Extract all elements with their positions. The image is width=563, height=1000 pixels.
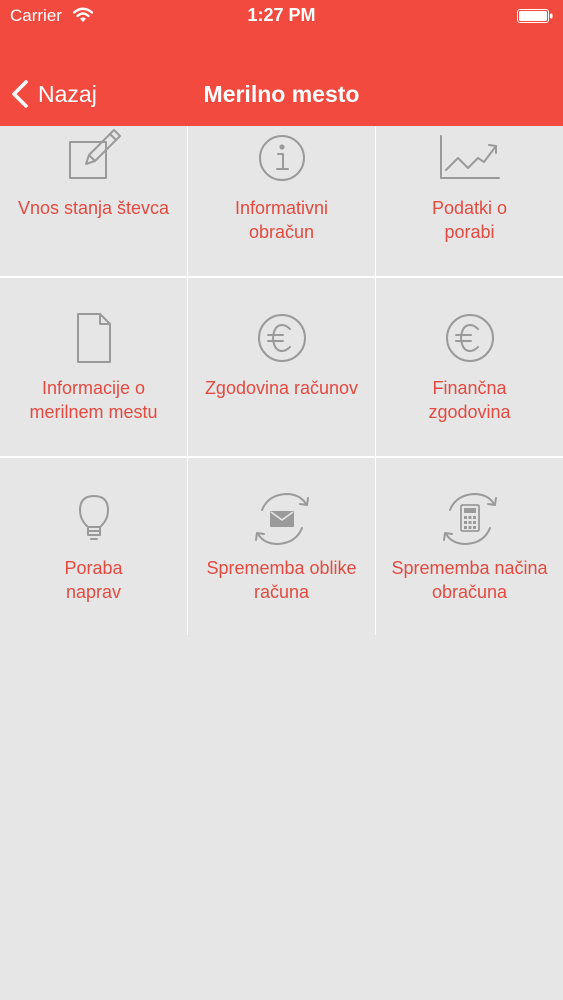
tile-appliance-consumption[interactable]: Poraba naprav: [0, 458, 187, 636]
tile-meter-reading-entry[interactable]: Vnos stanja števca: [0, 126, 187, 276]
tile-label: Sprememba načina obračuna: [391, 558, 548, 602]
document-icon: [76, 313, 111, 363]
tile-label: Vnos stanja števca: [17, 198, 170, 218]
tile-label: Sprememba oblike računa: [206, 558, 357, 602]
tile-label: Zgodovina računov: [204, 378, 359, 398]
tile-financial-history[interactable]: Finančna zgodovina: [376, 278, 563, 456]
tile-label: Podatki o porabi: [431, 198, 508, 242]
envelope-refresh-icon: [254, 493, 309, 545]
tile-consumption-data[interactable]: Podatki o porabi: [376, 126, 563, 276]
euro-icon: [257, 314, 306, 362]
tile-label: Poraba naprav: [64, 558, 123, 602]
menu-grid: Vnos stanja števca Informativni obračun …: [0, 126, 563, 636]
tile-label: Informativni obračun: [234, 198, 329, 242]
battery-icon: [517, 9, 553, 23]
chevron-left-icon: [12, 80, 28, 108]
tile-label: Finančna zgodovina: [428, 378, 511, 422]
tile-invoice-history[interactable]: Zgodovina računov: [188, 278, 375, 456]
status-time: 1:27 PM: [247, 5, 316, 25]
back-button[interactable]: Nazaj: [10, 79, 97, 109]
tile-informative-bill[interactable]: Informativni obračun: [188, 126, 375, 276]
edit-icon: [68, 129, 121, 179]
tile-label: Informacije o merilnem mestu: [29, 378, 158, 422]
info-icon: [258, 135, 305, 181]
header-bar: Carrier 1:27 PM Nazaj Merilno mesto: [0, 0, 563, 126]
status-bar: Carrier 1:27 PM: [0, 0, 563, 34]
calculator-refresh-icon: [442, 493, 497, 545]
tile-billing-method-change[interactable]: Sprememba načina obračuna: [376, 458, 563, 636]
lightbulb-icon: [78, 495, 109, 540]
back-button-label: Nazaj: [38, 81, 97, 107]
tile-metering-point-info[interactable]: Informacije o merilnem mestu: [0, 278, 187, 456]
euro-icon: [445, 314, 494, 362]
navigation-bar: Nazaj Merilno mesto: [0, 60, 563, 126]
line-chart-icon: [439, 135, 500, 179]
tile-invoice-format-change[interactable]: Sprememba oblike računa: [188, 458, 375, 636]
